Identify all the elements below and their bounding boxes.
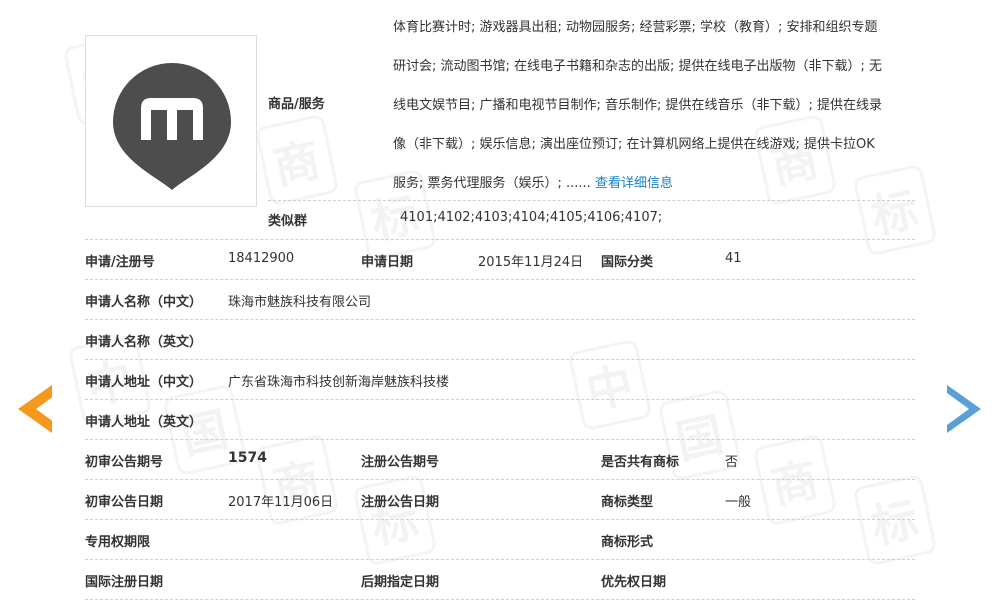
divider [85,479,915,480]
arrow-right-icon-inner [947,393,969,425]
similar-group-value: 4101;4102;4103;4104;4105;4106;4107; [400,210,663,225]
similar-group-label: 类似群 [268,214,308,229]
divider [85,359,915,360]
meizu-m-pin-logo [113,63,231,190]
watermark-shang: 商 [254,113,340,207]
view-details-link[interactable]: 查看详细信息 [595,176,673,191]
priority-date-label: 优先权日期 [601,575,667,590]
prelim-date-value: 2017年11月06日 [228,495,334,510]
divider [85,559,915,560]
divider [85,279,915,280]
goods-services-text: 体育比赛计时; 游戏器具出租; 动物园服务; 经营彩票; 学校（教育）; 安排和… [393,8,915,203]
divider [85,439,915,440]
goods-services-label: 商品/服务 [268,97,325,112]
apply-date-value: 2015年11月24日 [478,255,584,270]
divider [85,319,915,320]
prelim-issue-label: 初审公告期号 [85,455,164,470]
address-cn-label: 申请人地址（中文） [85,375,203,390]
reg-no-label: 申请/注册号 [85,255,155,270]
divider [268,200,915,201]
later-date-label: 后期指定日期 [361,575,440,590]
watermark-biao-4: 标 [352,473,438,567]
divider [85,599,915,600]
divider [85,399,915,400]
applicant-cn-label: 申请人名称（中文） [85,295,203,310]
shared-mark-value: 否 [725,455,739,470]
shared-mark-label: 是否共有商标 [601,455,680,470]
watermark-shang-4: 商 [254,433,340,527]
reg-issue-label: 注册公告期号 [361,455,440,470]
trademark-image [85,35,257,207]
prelim-date-label: 初审公告日期 [85,495,164,510]
exclusive-period-label: 专用权期限 [85,535,151,550]
divider [85,239,915,240]
intl-reg-date-label: 国际注册日期 [85,575,164,590]
watermark-zhong-2: 中 [567,338,653,432]
mark-type-value: 一般 [725,495,752,510]
reg-date-label: 注册公告日期 [361,495,440,510]
goods-line: 线电文娱节目; 广播和电视节目制作; 音乐制作; 提供在线音乐（非下载）; 提供… [393,98,883,113]
intl-class-label: 国际分类 [601,255,654,270]
goods-line: 研讨会; 流动图书馆; 在线电子书籍和杂志的出版; 提供在线电子出版物（非下载）… [393,59,883,74]
applicant-cn-value: 珠海市魅族科技有限公司 [228,295,372,310]
reg-no-value: 18412900 [228,251,295,266]
mark-form-label: 商标形式 [601,535,654,550]
divider [85,519,915,520]
watermark-biao-3: 标 [852,473,938,567]
applicant-en-label: 申请人名称（英文） [85,335,203,350]
prelim-issue-value: 1574 [228,450,267,466]
address-cn-value: 广东省珠海市科技创新海岸魅族科技楼 [228,375,450,390]
address-en-label: 申请人地址（英文） [85,415,203,430]
mark-type-label: 商标类型 [601,495,654,510]
goods-line: 服务; 票务代理服务（娱乐）; ...... 查看详细信息 [393,164,915,203]
apply-date-label: 申请日期 [361,255,414,270]
watermark-shang-3: 商 [752,433,838,527]
goods-line-text: 服务; 票务代理服务（娱乐）; ...... [393,176,591,191]
intl-class-value: 41 [725,251,742,266]
arrow-left-icon-inner [36,393,58,425]
goods-line: 像（非下载）; 娱乐信息; 演出座位预订; 在计算机网络上提供在线游戏; 提供卡… [393,137,875,152]
goods-line: 体育比赛计时; 游戏器具出租; 动物园服务; 经营彩票; 学校（教育）; 安排和… [393,20,878,35]
